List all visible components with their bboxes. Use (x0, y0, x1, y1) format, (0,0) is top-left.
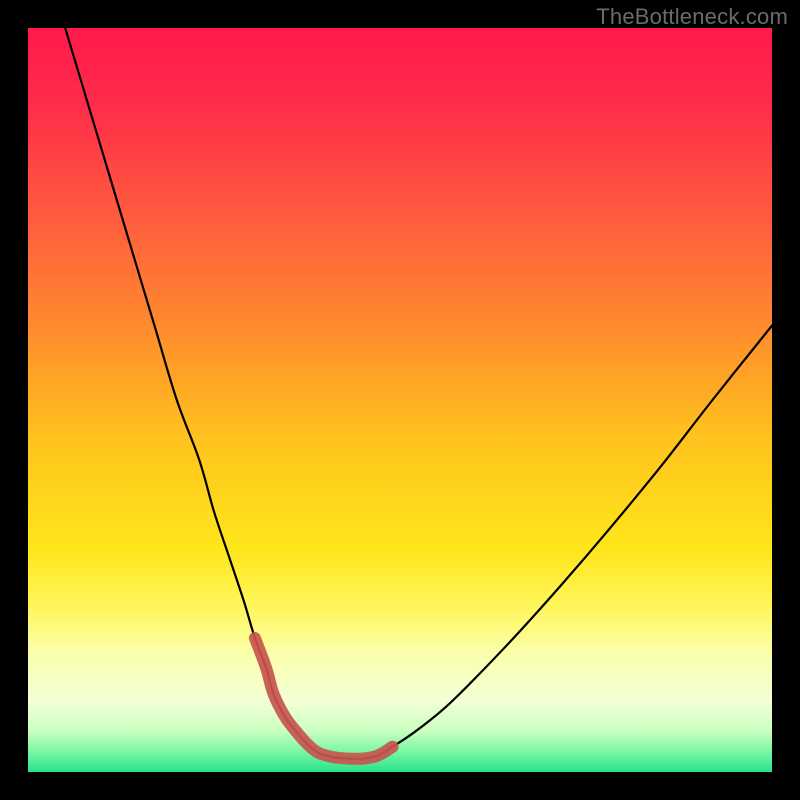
plot-area (28, 28, 772, 772)
watermark-text: TheBottleneck.com (596, 4, 788, 30)
outer-frame: TheBottleneck.com (0, 0, 800, 800)
gradient-bg (28, 28, 772, 772)
chart-svg (28, 28, 772, 772)
